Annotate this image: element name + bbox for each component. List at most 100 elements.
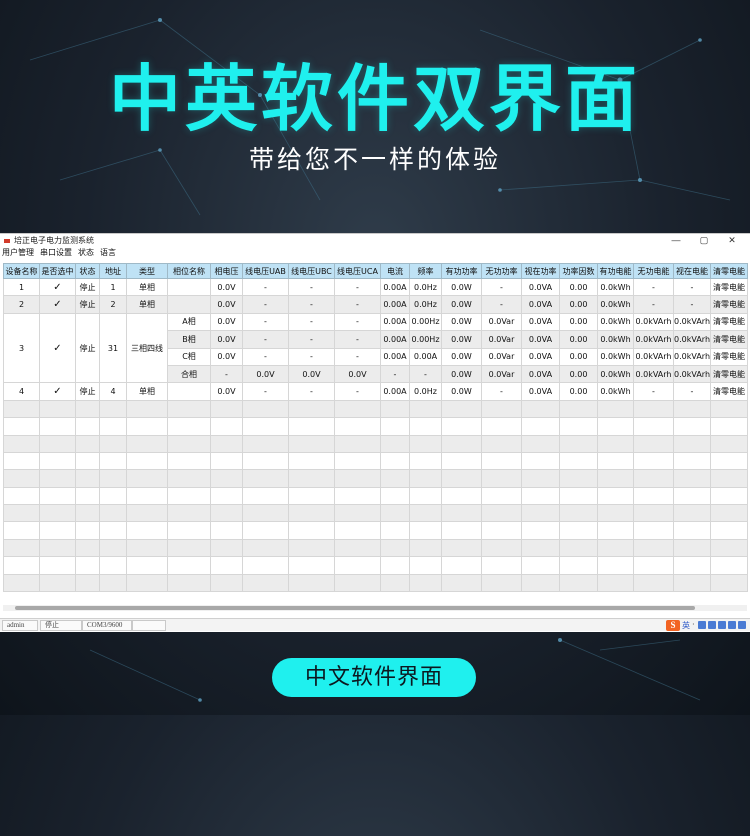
empty-cell[interactable] bbox=[39, 451, 76, 471]
device-table: 设备名称 是否选中 状态 地址 类型 相位名称 相电压 线电压UAB 线电压UBC 线电压UCA 电… bbox=[3, 263, 748, 593]
empty-cell[interactable] bbox=[710, 504, 748, 523]
microphone-icon[interactable] bbox=[698, 621, 706, 629]
column-header[interactable]: 线电压UBC bbox=[288, 263, 335, 279]
menu-user-management[interactable]: 用户管理 bbox=[2, 247, 34, 258]
clear-energy-button[interactable]: 清零电能 bbox=[710, 295, 748, 314]
table-row[interactable]: 4 ✓ 停止 4 单相 0.0V - - -0.00A 0.0Hz 0.0W -0.0VA 0.00 0.… bbox=[3, 382, 748, 401]
menu-language[interactable]: 语言 bbox=[100, 247, 116, 258]
empty-cell[interactable] bbox=[39, 399, 76, 419]
column-header[interactable]: 无功功率 bbox=[481, 263, 522, 279]
table-row[interactable]: 2 ✓ 停止 2 单相 0.0V - - -0.00A 0.0Hz 0.0W -0.0VA 0.00 0.… bbox=[3, 295, 748, 314]
clear-energy-button[interactable]: 清零电能 bbox=[710, 382, 748, 401]
empty-cell bbox=[288, 504, 335, 523]
column-header[interactable]: 电流 bbox=[380, 263, 410, 279]
empty-cell[interactable] bbox=[710, 573, 748, 593]
ime-mode-indicator[interactable]: 英 bbox=[682, 620, 690, 631]
column-header[interactable]: 相位名称 bbox=[167, 263, 211, 279]
ime-logo-icon[interactable]: S bbox=[666, 619, 680, 631]
column-header[interactable]: 相电压 bbox=[210, 263, 243, 279]
table-cell: 2 bbox=[99, 295, 127, 314]
empty-cell[interactable] bbox=[710, 417, 748, 436]
empty-cell[interactable] bbox=[710, 399, 748, 419]
empty-cell[interactable] bbox=[39, 521, 76, 540]
empty-cell bbox=[521, 486, 560, 506]
empty-cell[interactable] bbox=[710, 538, 748, 558]
empty-cell[interactable] bbox=[710, 451, 748, 471]
empty-cell[interactable] bbox=[39, 504, 76, 523]
column-header[interactable]: 设备名称 bbox=[3, 263, 40, 279]
selected-checkmark[interactable]: ✓ bbox=[39, 295, 76, 314]
empty-cell bbox=[559, 417, 598, 436]
table-cell bbox=[167, 295, 211, 314]
table-row[interactable] bbox=[3, 434, 748, 453]
window-titlebar[interactable]: 培正电子电力监测系统 — ▢ ✕ bbox=[0, 234, 750, 247]
skin-icon[interactable] bbox=[718, 621, 726, 629]
maximize-button[interactable]: ▢ bbox=[690, 234, 718, 247]
menu-serial-settings[interactable]: 串口设置 bbox=[40, 247, 72, 258]
table-cell: 31 bbox=[99, 312, 127, 384]
column-header[interactable]: 视在功率 bbox=[521, 263, 560, 279]
table-row[interactable] bbox=[3, 504, 748, 523]
column-header[interactable]: 线电压UAB bbox=[242, 263, 289, 279]
close-button[interactable]: ✕ bbox=[718, 234, 746, 247]
empty-cell bbox=[99, 434, 127, 453]
column-header[interactable]: 地址 bbox=[99, 263, 127, 279]
table-row[interactable] bbox=[3, 486, 748, 506]
empty-cell bbox=[597, 556, 634, 575]
empty-cell[interactable] bbox=[710, 434, 748, 453]
clear-energy-button[interactable]: 清零电能 bbox=[710, 347, 748, 366]
punctuation-icon[interactable]: · bbox=[692, 621, 696, 629]
empty-cell bbox=[75, 486, 100, 506]
toolbox-icon[interactable] bbox=[728, 621, 736, 629]
menu-grid-icon[interactable] bbox=[738, 621, 746, 629]
empty-cell[interactable] bbox=[39, 434, 76, 453]
column-header[interactable]: 状态 bbox=[75, 263, 100, 279]
column-header[interactable]: 类型 bbox=[126, 263, 168, 279]
table-row[interactable]: 1 ✓ 停止 1 单相 0.0V - - -0.00A 0.0Hz 0.0W -0.0VA 0.00 0.… bbox=[3, 277, 748, 297]
menu-status[interactable]: 状态 bbox=[78, 247, 94, 258]
empty-cell[interactable] bbox=[710, 556, 748, 575]
column-header[interactable]: 无功电能 bbox=[633, 263, 674, 279]
table-row[interactable] bbox=[3, 538, 748, 558]
selected-checkmark[interactable]: ✓ bbox=[39, 277, 76, 297]
column-header[interactable]: 有功电能 bbox=[597, 263, 634, 279]
empty-cell[interactable] bbox=[39, 486, 76, 506]
table-row[interactable] bbox=[3, 417, 748, 436]
clear-energy-button[interactable]: 清零电能 bbox=[710, 330, 748, 349]
table-cell: 0.0VA bbox=[521, 382, 560, 401]
empty-cell bbox=[633, 399, 674, 419]
column-header[interactable]: 清零电能 bbox=[710, 263, 748, 279]
column-header[interactable]: 是否选中 bbox=[39, 263, 76, 279]
clear-energy-button[interactable]: 清零电能 bbox=[710, 312, 748, 332]
table-row[interactable] bbox=[3, 399, 748, 419]
table-row[interactable] bbox=[3, 556, 748, 575]
selected-checkmark[interactable]: ✓ bbox=[39, 312, 76, 384]
column-header[interactable]: 视在电能 bbox=[673, 263, 711, 279]
horizontal-scrollbar[interactable] bbox=[3, 605, 747, 611]
empty-cell[interactable] bbox=[39, 573, 76, 593]
table-row[interactable] bbox=[3, 573, 748, 593]
empty-cell bbox=[673, 399, 711, 419]
empty-cell[interactable] bbox=[39, 556, 76, 575]
scrollbar-thumb[interactable] bbox=[15, 606, 695, 610]
table-row[interactable]: 3 ✓ 停止 31 三相四线 A相 0.0V - - -0.00A 0.00Hz 0.0W 0.0Var… bbox=[3, 312, 748, 384]
table-row[interactable] bbox=[3, 521, 748, 540]
empty-cell[interactable] bbox=[39, 469, 76, 488]
empty-cell[interactable] bbox=[710, 486, 748, 506]
empty-cell bbox=[673, 521, 711, 540]
empty-cell[interactable] bbox=[710, 521, 748, 540]
clear-energy-button[interactable]: 清零电能 bbox=[710, 277, 748, 297]
selected-checkmark[interactable]: ✓ bbox=[39, 382, 76, 401]
column-header[interactable]: 有功功率 bbox=[441, 263, 482, 279]
column-header[interactable]: 频率 bbox=[409, 263, 442, 279]
empty-cell[interactable] bbox=[39, 417, 76, 436]
minimize-button[interactable]: — bbox=[662, 234, 690, 247]
clear-energy-button[interactable]: 清零电能 bbox=[710, 364, 748, 384]
column-header[interactable]: 线电压UCA bbox=[334, 263, 381, 279]
keyboard-icon[interactable] bbox=[708, 621, 716, 629]
table-row[interactable] bbox=[3, 451, 748, 471]
empty-cell[interactable] bbox=[710, 469, 748, 488]
table-row[interactable] bbox=[3, 469, 748, 488]
column-header[interactable]: 功率因数 bbox=[559, 263, 598, 279]
empty-cell[interactable] bbox=[39, 538, 76, 558]
